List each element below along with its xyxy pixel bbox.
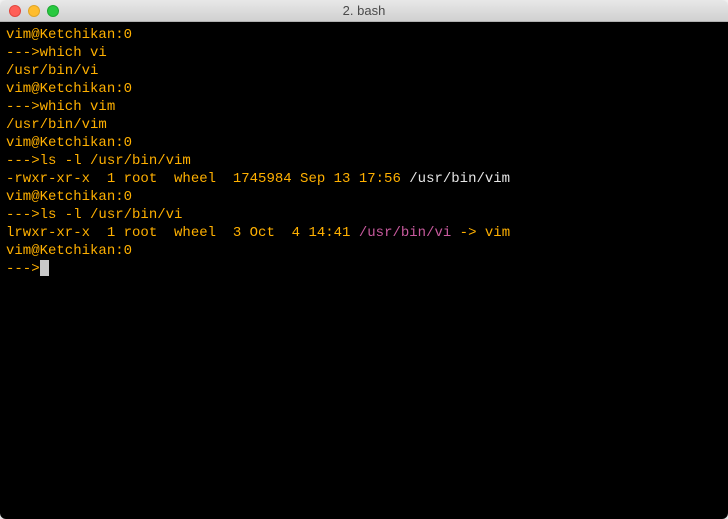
terminal-window: 2. bash vim@Ketchikan:0 --->which vi/usr/… <box>0 0 728 519</box>
cursor <box>40 260 49 276</box>
terminal-text: -> vim <box>451 225 510 241</box>
terminal-line: vim@Ketchikan:0 <box>6 242 722 260</box>
terminal-text: vim@Ketchikan:0 <box>6 189 132 205</box>
terminal-text: vim@Ketchikan:0 <box>6 81 132 97</box>
maximize-icon[interactable] <box>47 5 59 17</box>
terminal-text: --->ls -l /usr/bin/vi <box>6 207 182 223</box>
terminal-text: vim@Ketchikan:0 <box>6 135 132 151</box>
terminal-line: --->ls -l /usr/bin/vim <box>6 152 722 170</box>
terminal-text: ---> <box>6 261 40 277</box>
terminal-line: /usr/bin/vim <box>6 116 722 134</box>
terminal-line: vim@Ketchikan:0 <box>6 134 722 152</box>
terminal-line: ---> <box>6 260 722 278</box>
terminal-line: /usr/bin/vi <box>6 62 722 80</box>
terminal-line: --->which vi <box>6 44 722 62</box>
terminal-text: --->ls -l /usr/bin/vim <box>6 153 191 169</box>
terminal-line: lrwxr-xr-x 1 root wheel 3 Oct 4 14:41 /u… <box>6 224 722 242</box>
terminal-text: -rwxr-xr-x 1 root wheel 1745984 Sep 13 1… <box>6 171 409 187</box>
minimize-icon[interactable] <box>28 5 40 17</box>
terminal-line: vim@Ketchikan:0 <box>6 80 722 98</box>
terminal-text: --->which vim <box>6 99 115 115</box>
terminal-text: --->which vi <box>6 45 107 61</box>
terminal-line: vim@Ketchikan:0 <box>6 26 722 44</box>
terminal-line: vim@Ketchikan:0 <box>6 188 722 206</box>
terminal-text: /usr/bin/vi <box>359 225 451 241</box>
window-title: 2. bash <box>0 3 728 18</box>
terminal-line: --->ls -l /usr/bin/vi <box>6 206 722 224</box>
terminal-line: --->which vim <box>6 98 722 116</box>
terminal-text: /usr/bin/vi <box>6 63 98 79</box>
terminal-text: /usr/bin/vim <box>6 117 107 133</box>
terminal-text: vim@Ketchikan:0 <box>6 243 132 259</box>
terminal-body[interactable]: vim@Ketchikan:0 --->which vi/usr/bin/vi vi… <box>0 22 728 519</box>
terminal-text: /usr/bin/vim <box>409 171 510 187</box>
titlebar: 2. bash <box>0 0 728 22</box>
close-icon[interactable] <box>9 5 21 17</box>
terminal-text: lrwxr-xr-x 1 root wheel 3 Oct 4 14:41 <box>6 225 359 241</box>
traffic-lights <box>0 5 59 17</box>
terminal-text: vim@Ketchikan:0 <box>6 27 132 43</box>
terminal-line: -rwxr-xr-x 1 root wheel 1745984 Sep 13 1… <box>6 170 722 188</box>
